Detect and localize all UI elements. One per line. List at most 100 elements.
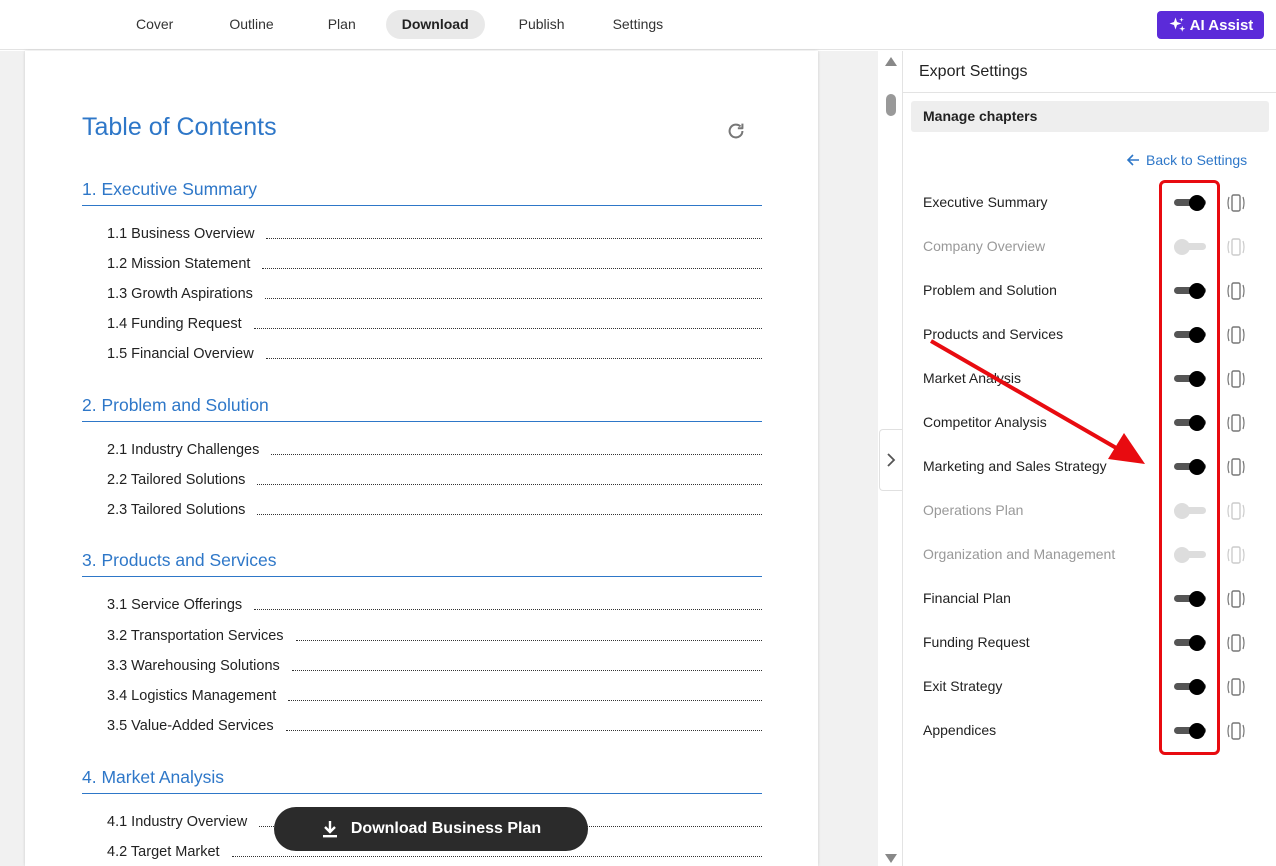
toc-entry[interactable]: 3.2 Transportation Services: [107, 624, 762, 644]
download-button-label: Download Business Plan: [350, 820, 542, 837]
toc-leader-dots: [266, 238, 762, 239]
toc-entry[interactable]: 1.4 Funding Request: [107, 312, 762, 332]
tab-plan[interactable]: Plan: [312, 10, 372, 39]
toc-entry-label: 3.1 Service Offerings: [107, 597, 243, 613]
chapter-label: Competitor Analysis: [923, 414, 1047, 430]
chapter-row: Products and Services: [903, 323, 1276, 347]
ai-assist-button[interactable]: AI Assist: [1157, 11, 1264, 39]
toggle-knob: [1174, 503, 1190, 519]
toc-entry[interactable]: 2.2 Tailored Solutions: [107, 468, 762, 488]
toggle-knob: [1189, 591, 1205, 607]
chapter-toggle[interactable]: [1174, 459, 1206, 475]
toc-leader-dots: [271, 454, 762, 455]
back-to-settings-link[interactable]: Back to Settings: [1126, 152, 1247, 168]
top-navigation-bar: Cover Outline Plan Download Publish Sett…: [0, 0, 1276, 50]
chapter-toggle[interactable]: [1174, 239, 1206, 255]
toc-entry[interactable]: 2.1 Industry Challenges: [107, 438, 762, 458]
toc-entry[interactable]: 3.3 Warehousing Solutions: [107, 654, 762, 674]
page-break-icon[interactable]: [1226, 325, 1246, 345]
chapter-row: Exit Strategy: [903, 675, 1276, 699]
chapter-row: Competitor Analysis: [903, 411, 1276, 435]
toc-entry-label: 3.2 Transportation Services: [107, 628, 284, 644]
chapter-row: Appendices: [903, 719, 1276, 743]
toc-section-heading[interactable]: 3. Products and Services: [82, 550, 762, 577]
toggle-knob: [1189, 327, 1205, 343]
chapter-toggle[interactable]: [1174, 547, 1206, 563]
toc-entry[interactable]: 1.2 Mission Statement: [107, 252, 762, 272]
scrollbar-thumb[interactable]: [886, 94, 896, 116]
toc-entry[interactable]: 3.1 Service Offerings: [107, 593, 762, 613]
tab-outline[interactable]: Outline: [213, 10, 289, 39]
toc-leader-dots: [291, 670, 762, 671]
tab-download[interactable]: Download: [385, 10, 485, 39]
page-break-icon[interactable]: [1226, 281, 1246, 301]
refresh-icon[interactable]: [725, 120, 747, 142]
toc-entry[interactable]: 1.3 Growth Aspirations: [107, 282, 762, 302]
toc-leader-dots: [288, 700, 762, 701]
page-break-icon[interactable]: [1226, 501, 1246, 521]
chapter-toggle[interactable]: [1174, 283, 1206, 299]
sparkle-icon: [1169, 17, 1185, 32]
page-break-icon[interactable]: [1226, 457, 1246, 477]
toc-entry-label: 4.1 Industry Overview: [107, 814, 248, 830]
chapter-toggle[interactable]: [1174, 679, 1206, 695]
tab-publish[interactable]: Publish: [503, 10, 581, 39]
toc-entry[interactable]: 3.4 Logistics Management: [107, 684, 762, 704]
toc-section-heading[interactable]: 4. Market Analysis: [82, 767, 762, 794]
page-break-icon[interactable]: [1226, 633, 1246, 653]
page-break-icon[interactable]: [1226, 413, 1246, 433]
toc-leader-dots: [254, 609, 762, 610]
page-break-icon[interactable]: [1226, 545, 1246, 565]
chapter-toggle[interactable]: [1174, 195, 1206, 211]
chapter-toggle[interactable]: [1174, 371, 1206, 387]
chapter-row: Executive Summary: [903, 191, 1276, 215]
manage-chapters-header: Manage chapters: [911, 101, 1269, 132]
toggle-knob: [1189, 415, 1205, 431]
toc-entry-label: 2.3 Tailored Solutions: [107, 502, 246, 518]
toc-entry-label: 1.3 Growth Aspirations: [107, 286, 253, 302]
chapter-label: Appendices: [923, 722, 997, 738]
tab-cover[interactable]: Cover: [120, 10, 189, 39]
download-business-plan-button[interactable]: Download Business Plan: [274, 807, 588, 851]
toc-title: Table of Contents: [82, 113, 277, 141]
page-break-icon[interactable]: [1226, 237, 1246, 257]
toc-entry[interactable]: 2.3 Tailored Solutions: [107, 498, 762, 518]
toggle-knob: [1189, 679, 1205, 695]
tab-settings[interactable]: Settings: [597, 10, 680, 39]
chapter-toggle[interactable]: [1174, 591, 1206, 607]
chapter-toggle[interactable]: [1174, 503, 1206, 519]
toc-entry-label: 1.2 Mission Statement: [107, 256, 251, 272]
chapter-toggle[interactable]: [1174, 415, 1206, 431]
chapter-label: Problem and Solution: [923, 282, 1057, 298]
toc-section-heading[interactable]: 1. Executive Summary: [82, 179, 762, 206]
toc-leader-dots: [265, 358, 762, 359]
chapter-toggle[interactable]: [1174, 723, 1206, 739]
toc-leader-dots: [257, 514, 762, 515]
toggle-knob: [1174, 547, 1190, 563]
scroll-down-arrow-icon[interactable]: [885, 854, 897, 863]
chapter-toggle[interactable]: [1174, 327, 1206, 343]
page-break-icon[interactable]: [1226, 589, 1246, 609]
toc-section-heading[interactable]: 2. Problem and Solution: [82, 395, 762, 422]
toc-entry[interactable]: 1.5 Financial Overview: [107, 342, 762, 362]
toc-leader-dots: [253, 328, 762, 329]
toc-leader-dots: [264, 298, 762, 299]
collapse-panel-button[interactable]: [879, 429, 902, 491]
toc-entry[interactable]: 3.5 Value-Added Services: [107, 714, 762, 734]
chapter-row: Organization and Management: [903, 543, 1276, 567]
page-break-icon[interactable]: [1226, 721, 1246, 741]
chapter-label: Financial Plan: [923, 590, 1011, 606]
toc-leader-dots: [257, 484, 762, 485]
scroll-up-arrow-icon[interactable]: [885, 57, 897, 66]
nav-tabs: Cover Outline Plan Download Publish Sett…: [120, 10, 679, 39]
page-break-icon[interactable]: [1226, 193, 1246, 213]
chapter-row: Marketing and Sales Strategy: [903, 455, 1276, 479]
divider: [903, 92, 1276, 93]
toc-entry-label: 2.1 Industry Challenges: [107, 442, 260, 458]
chapter-toggle[interactable]: [1174, 635, 1206, 651]
page-break-icon[interactable]: [1226, 677, 1246, 697]
page-break-icon[interactable]: [1226, 369, 1246, 389]
document-page: Table of Contents 1. Executive Summary 1…: [25, 51, 818, 866]
chapter-label: Operations Plan: [923, 502, 1024, 518]
toc-entry[interactable]: 1.1 Business Overview: [107, 222, 762, 242]
